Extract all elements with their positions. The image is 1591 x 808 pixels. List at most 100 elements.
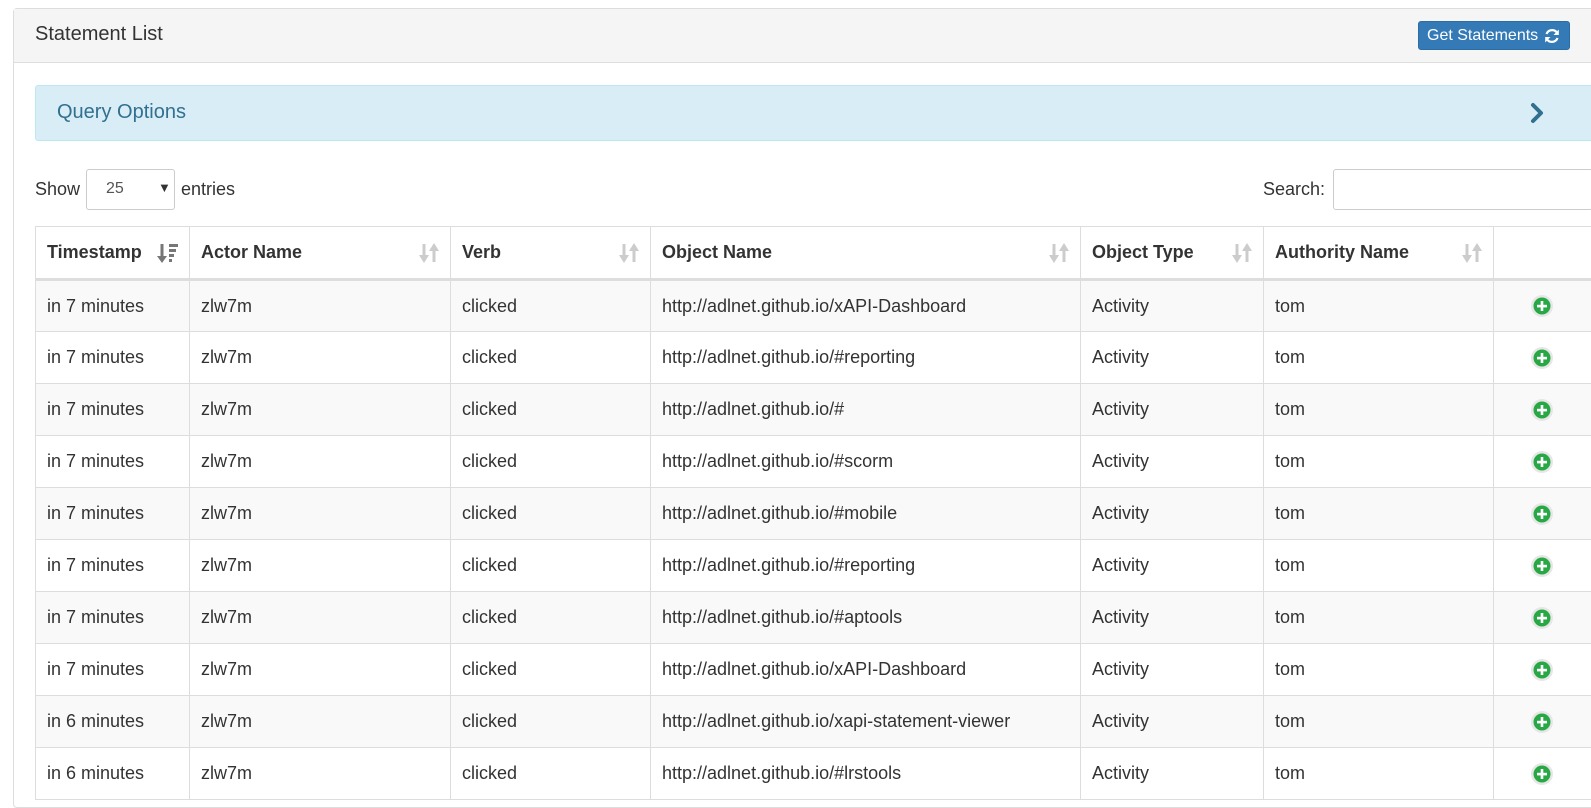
- plus-circle-icon[interactable]: [1530, 658, 1554, 682]
- object-type-cell: Activity: [1081, 540, 1264, 592]
- table-row: in 7 minuteszlw7mclickedhttp://adlnet.gi…: [36, 488, 1591, 540]
- timestamp-cell: in 7 minutes: [36, 332, 190, 384]
- column-header-authority-name[interactable]: Authority Name: [1264, 227, 1494, 280]
- column-header-label: Object Type: [1092, 242, 1194, 262]
- authority-name-cell: tom: [1264, 644, 1494, 696]
- object-name-cell: http://adlnet.github.io/#aptools: [651, 592, 1081, 644]
- column-header-verb[interactable]: Verb: [451, 227, 651, 280]
- plus-circle-icon[interactable]: [1530, 554, 1554, 578]
- table-row: in 7 minuteszlw7mclickedhttp://adlnet.gi…: [36, 384, 1591, 436]
- table-body: in 7 minuteszlw7mclickedhttp://adlnet.gi…: [36, 280, 1591, 800]
- object-type-cell: Activity: [1081, 644, 1264, 696]
- search-control: Search:: [1263, 169, 1591, 210]
- plus-circle-icon[interactable]: [1530, 502, 1554, 526]
- panel-title: Statement List: [35, 23, 163, 46]
- details-cell: [1494, 280, 1591, 332]
- verb-cell: clicked: [451, 332, 651, 384]
- object-name-cell: http://adlnet.github.io/#: [651, 384, 1081, 436]
- plus-circle-icon[interactable]: [1530, 606, 1554, 630]
- object-name-cell: http://adlnet.github.io/#lrstools: [651, 748, 1081, 800]
- authority-name-cell: tom: [1264, 488, 1494, 540]
- details-cell: [1494, 748, 1591, 800]
- object-type-cell: Activity: [1081, 332, 1264, 384]
- object-name-cell: http://adlnet.github.io/#scorm: [651, 436, 1081, 488]
- column-header-label: Authority Name: [1275, 242, 1409, 262]
- actor-name-cell: zlw7m: [190, 592, 451, 644]
- plus-circle-icon[interactable]: [1530, 294, 1554, 318]
- table-row: in 6 minuteszlw7mclickedhttp://adlnet.gi…: [36, 696, 1591, 748]
- plus-circle-icon[interactable]: [1530, 346, 1554, 370]
- panel-heading: Statement List Get Statements: [14, 9, 1591, 63]
- actor-name-cell: zlw7m: [190, 280, 451, 332]
- timestamp-cell: in 6 minutes: [36, 696, 190, 748]
- column-header-details: [1494, 227, 1591, 280]
- timestamp-cell: in 7 minutes: [36, 540, 190, 592]
- query-options-title: Query Options: [57, 101, 186, 124]
- details-cell: [1494, 540, 1591, 592]
- table-row: in 7 minuteszlw7mclickedhttp://adlnet.gi…: [36, 644, 1591, 696]
- column-header-object-name[interactable]: Object Name: [651, 227, 1081, 280]
- table-header-row: Timestamp Actor Name Verb Object Name Object…: [36, 227, 1591, 280]
- sort-icon: [418, 242, 440, 264]
- authority-name-cell: tom: [1264, 436, 1494, 488]
- column-header-label: Actor Name: [201, 242, 302, 262]
- timestamp-cell: in 6 minutes: [36, 748, 190, 800]
- verb-cell: clicked: [451, 384, 651, 436]
- details-cell: [1494, 384, 1591, 436]
- get-statements-button[interactable]: Get Statements: [1418, 21, 1570, 50]
- object-name-cell: http://adlnet.github.io/xAPI-Dashboard: [651, 644, 1081, 696]
- entries-label: entries: [181, 179, 235, 200]
- verb-cell: clicked: [451, 436, 651, 488]
- column-header-actor-name[interactable]: Actor Name: [190, 227, 451, 280]
- object-name-cell: http://adlnet.github.io/#reporting: [651, 332, 1081, 384]
- object-name-cell: http://adlnet.github.io/#reporting: [651, 540, 1081, 592]
- sort-icon: [1231, 242, 1253, 264]
- refresh-icon: [1543, 27, 1561, 45]
- timestamp-cell: in 7 minutes: [36, 488, 190, 540]
- entries-select[interactable]: 25 ▼: [86, 169, 175, 210]
- details-cell: [1494, 332, 1591, 384]
- actor-name-cell: zlw7m: [190, 436, 451, 488]
- details-cell: [1494, 488, 1591, 540]
- show-label: Show: [35, 179, 80, 200]
- search-label: Search:: [1263, 179, 1325, 200]
- verb-cell: clicked: [451, 644, 651, 696]
- sort-icon: [1048, 242, 1070, 264]
- authority-name-cell: tom: [1264, 332, 1494, 384]
- table-row: in 7 minuteszlw7mclickedhttp://adlnet.gi…: [36, 332, 1591, 384]
- object-type-cell: Activity: [1081, 384, 1264, 436]
- authority-name-cell: tom: [1264, 748, 1494, 800]
- table-row: in 7 minuteszlw7mclickedhttp://adlnet.gi…: [36, 280, 1591, 332]
- object-name-cell: http://adlnet.github.io/xAPI-Dashboard: [651, 280, 1081, 332]
- object-name-cell: http://adlnet.github.io/#mobile: [651, 488, 1081, 540]
- verb-cell: clicked: [451, 540, 651, 592]
- column-header-object-type[interactable]: Object Type: [1081, 227, 1264, 280]
- actor-name-cell: zlw7m: [190, 488, 451, 540]
- entries-select-value: 25: [106, 180, 124, 198]
- object-name-cell: http://adlnet.github.io/xapi-statement-v…: [651, 696, 1081, 748]
- actor-name-cell: zlw7m: [190, 644, 451, 696]
- plus-circle-icon[interactable]: [1530, 398, 1554, 422]
- search-input[interactable]: [1333, 169, 1591, 210]
- verb-cell: clicked: [451, 280, 651, 332]
- actor-name-cell: zlw7m: [190, 332, 451, 384]
- query-options-toggle[interactable]: Query Options: [35, 85, 1591, 141]
- object-type-cell: Activity: [1081, 592, 1264, 644]
- timestamp-cell: in 7 minutes: [36, 644, 190, 696]
- authority-name-cell: tom: [1264, 384, 1494, 436]
- entries-length-control: Show 25 ▼ entries: [35, 169, 235, 210]
- column-header-label: Object Name: [662, 242, 772, 262]
- plus-circle-icon[interactable]: [1530, 710, 1554, 734]
- authority-name-cell: tom: [1264, 696, 1494, 748]
- verb-cell: clicked: [451, 748, 651, 800]
- table-row: in 6 minuteszlw7mclickedhttp://adlnet.gi…: [36, 748, 1591, 800]
- column-header-timestamp[interactable]: Timestamp: [36, 227, 190, 280]
- details-cell: [1494, 696, 1591, 748]
- column-header-label: Timestamp: [47, 242, 142, 262]
- plus-circle-icon[interactable]: [1530, 450, 1554, 474]
- plus-circle-icon[interactable]: [1530, 762, 1554, 786]
- chevron-right-icon: [1526, 99, 1550, 127]
- actor-name-cell: zlw7m: [190, 384, 451, 436]
- details-cell: [1494, 592, 1591, 644]
- timestamp-cell: in 7 minutes: [36, 436, 190, 488]
